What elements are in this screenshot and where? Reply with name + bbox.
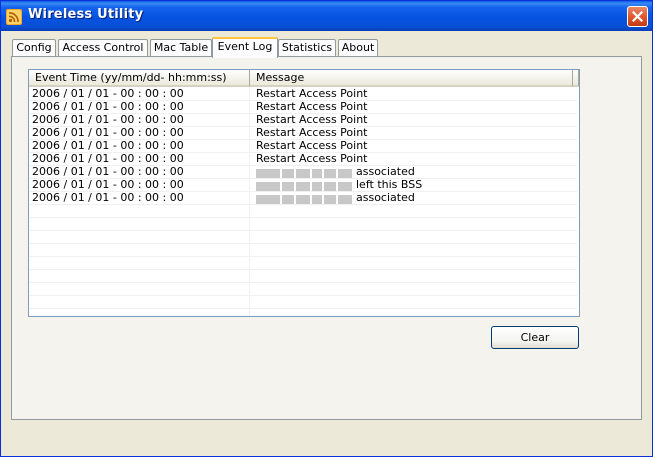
table-row-empty (29, 308, 577, 316)
column-header-filler (573, 70, 579, 87)
clear-button[interactable]: Clear (491, 326, 579, 349)
message-cell: Restart Access Point (256, 139, 368, 152)
column-header-event-time[interactable]: Event Time (yy/mm/dd- hh:mm:ss) (29, 70, 250, 87)
event-time-cell: 2006 / 01 / 01 - 00 : 00 : 00 (32, 113, 184, 126)
redacted-mac-address (256, 179, 354, 191)
redacted-mac-address (256, 166, 354, 178)
event-time-cell: 2006 / 01 / 01 - 00 : 00 : 00 (32, 178, 184, 191)
close-button[interactable] (627, 6, 648, 27)
title-bar[interactable]: Wireless Utility (1, 1, 652, 31)
table-row[interactable]: 2006 / 01 / 01 - 00 : 00 : 00 Restart Acc… (29, 100, 577, 114)
list-header: Event Time (yy/mm/dd- hh:mm:ss) Message (29, 70, 579, 87)
window-title: Wireless Utility (28, 7, 144, 22)
table-row-empty (29, 243, 577, 257)
table-row-empty (29, 269, 577, 283)
table-row[interactable]: 2006 / 01 / 01 - 00 : 00 : 00 left this B… (29, 178, 577, 192)
column-header-message[interactable]: Message (250, 70, 573, 87)
table-row[interactable]: 2006 / 01 / 01 - 00 : 00 : 00 associated (29, 165, 577, 179)
event-time-cell: 2006 / 01 / 01 - 00 : 00 : 00 (32, 191, 184, 204)
message-cell: Restart Access Point (256, 113, 368, 126)
message-cell: Restart Access Point (256, 100, 368, 113)
event-log-panel: Event Time (yy/mm/dd- hh:mm:ss) Message … (11, 56, 642, 420)
table-row-empty (29, 282, 577, 296)
event-time-cell: 2006 / 01 / 01 - 00 : 00 : 00 (32, 165, 184, 178)
tab-about[interactable]: About (338, 39, 378, 57)
table-row[interactable]: 2006 / 01 / 01 - 00 : 00 : 00 Restart Acc… (29, 113, 577, 127)
event-time-cell: 2006 / 01 / 01 - 00 : 00 : 00 (32, 100, 184, 113)
tab-statistics[interactable]: Statistics (278, 39, 336, 57)
event-time-cell: 2006 / 01 / 01 - 00 : 00 : 00 (32, 139, 184, 152)
message-text: associated (356, 165, 415, 178)
message-cell: Restart Access Point (256, 152, 368, 165)
table-row[interactable]: 2006 / 01 / 01 - 00 : 00 : 00 Restart Acc… (29, 87, 577, 101)
tab-mac-table[interactable]: Mac Table (150, 39, 212, 57)
wireless-icon (6, 9, 22, 25)
table-row-empty (29, 217, 577, 231)
table-row[interactable]: 2006 / 01 / 01 - 00 : 00 : 00 Restart Acc… (29, 139, 577, 153)
message-cell: associated (256, 191, 574, 204)
table-row[interactable]: 2006 / 01 / 01 - 00 : 00 : 00 Restart Acc… (29, 152, 577, 166)
message-text: associated (356, 191, 415, 204)
message-cell: Restart Access Point (256, 126, 368, 139)
event-time-cell: 2006 / 01 / 01 - 00 : 00 : 00 (32, 87, 184, 100)
tab-access-control[interactable]: Access Control (58, 39, 148, 57)
message-cell: associated (256, 165, 574, 178)
table-row[interactable]: 2006 / 01 / 01 - 00 : 00 : 00 associated (29, 191, 577, 205)
redacted-mac-address (256, 192, 354, 204)
main-window: Wireless Utility Config Access Control M… (0, 0, 653, 457)
event-time-cell: 2006 / 01 / 01 - 00 : 00 : 00 (32, 126, 184, 139)
table-row-empty (29, 204, 577, 218)
message-cell: Restart Access Point (256, 87, 368, 100)
event-time-cell: 2006 / 01 / 01 - 00 : 00 : 00 (32, 152, 184, 165)
table-row-empty (29, 295, 577, 309)
tab-config[interactable]: Config (12, 39, 56, 57)
event-log-list[interactable]: Event Time (yy/mm/dd- hh:mm:ss) Message … (28, 69, 580, 317)
close-icon (632, 11, 643, 22)
table-row-empty (29, 230, 577, 244)
table-row[interactable]: 2006 / 01 / 01 - 00 : 00 : 00 Restart Acc… (29, 126, 577, 140)
message-cell: left this BSS (256, 178, 574, 191)
table-row-empty (29, 256, 577, 270)
message-text: left this BSS (356, 178, 423, 191)
tab-event-log[interactable]: Event Log (212, 37, 278, 58)
